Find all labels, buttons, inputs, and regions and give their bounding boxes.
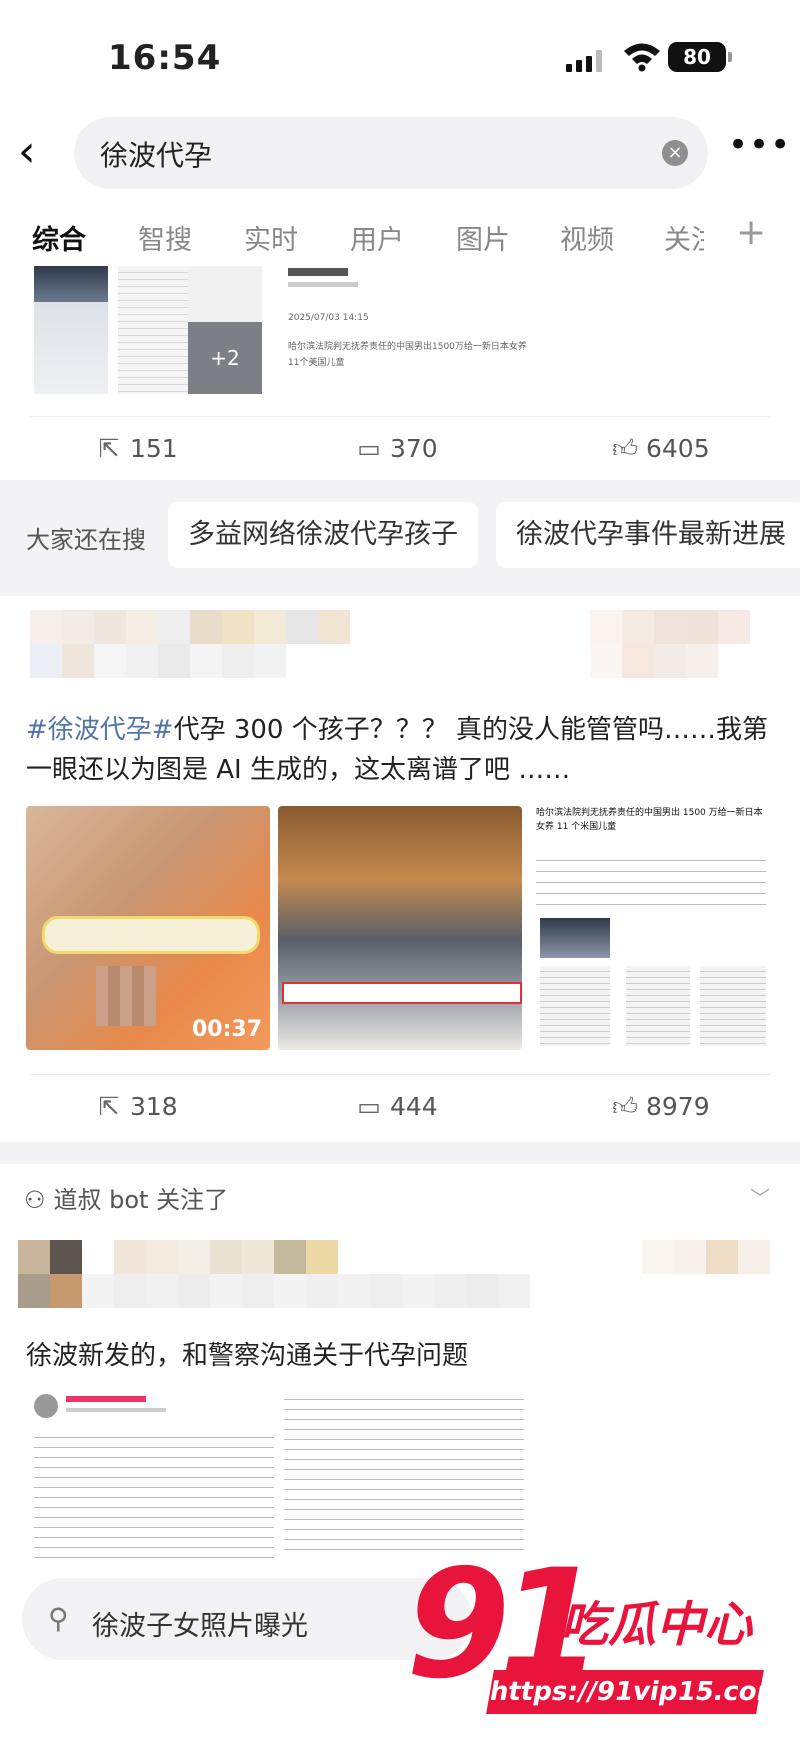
back-icon[interactable]: ‹	[18, 130, 58, 174]
blurred-face	[96, 966, 156, 1026]
post1-image[interactable]	[118, 266, 192, 394]
chevron-down-icon[interactable]: ﹀	[750, 1182, 770, 1211]
share-button[interactable]: ⇱ 151	[96, 434, 178, 463]
snippet-text: 哈尔滨法院判无抚养责任的中国男出1500万给一新日本女养11个美国儿童	[288, 342, 527, 368]
blurred-meta	[66, 1408, 166, 1412]
tab-users[interactable]: 用户	[350, 218, 404, 257]
post1-snippet-card[interactable]: 2025/07/03 14:15 哈尔滨法院判无抚养责任的中国男出1500万给一…	[288, 266, 538, 392]
section-gap	[0, 1142, 800, 1164]
post1-image[interactable]	[34, 266, 108, 394]
comment-icon: ▭	[357, 434, 381, 463]
more-images-badge[interactable]: +2	[188, 322, 262, 394]
share-icon: ⇱	[98, 1092, 120, 1121]
more-icon[interactable]: •••	[728, 128, 791, 162]
bottom-search-placeholder[interactable]: 徐波子女照片曝光	[92, 1604, 308, 1643]
red-banner	[282, 982, 522, 1004]
tab-images[interactable]: 图片	[456, 218, 510, 257]
document-title: 哈尔滨法院判无抚养责任的中国男出 1500 万给一新日本女养 11 个米国儿童	[536, 808, 763, 832]
like-icon: 👍︎	[612, 434, 639, 463]
snippet-sub-bar	[288, 282, 358, 287]
document-table	[700, 966, 766, 1046]
watermark-logo-brand: 吃瓜中心	[560, 1597, 753, 1653]
divider-line	[30, 416, 770, 417]
hashtag-link[interactable]: #徐波代孕#	[26, 715, 174, 745]
document-table	[540, 966, 610, 1046]
signal-icon	[566, 50, 608, 72]
document-table	[626, 966, 690, 1046]
post3-author-blurred[interactable]	[18, 1240, 778, 1320]
tab-following[interactable]: 关注	[664, 218, 704, 257]
watermark-url: https://91vip15.com	[486, 1670, 787, 1714]
tab-realtime[interactable]: 实时	[244, 218, 298, 257]
post3-text[interactable]: 徐波新发的，和警察沟通关于代孕问题	[26, 1336, 778, 1376]
battery-icon: 80	[668, 42, 732, 72]
wifi-icon	[622, 40, 662, 72]
search-query[interactable]: 徐波代孕	[100, 134, 212, 174]
share-count: 151	[130, 434, 178, 463]
video-caption-bubble	[42, 916, 260, 954]
share-count: 318	[130, 1092, 178, 1121]
post1-image[interactable]	[188, 266, 262, 328]
status-time: 16:54	[108, 38, 222, 78]
video-duration: 00:37	[191, 1017, 262, 1042]
post2-image-document[interactable]: 哈尔滨法院判无抚养责任的中国男出 1500 万给一新日本女养 11 个米国儿童	[530, 806, 774, 1050]
add-tab-icon[interactable]: +	[736, 212, 766, 253]
comment-count: 444	[390, 1092, 438, 1121]
clear-icon[interactable]: ×	[662, 140, 688, 166]
avatar	[34, 1394, 58, 1418]
post2-video[interactable]: 00:37	[26, 806, 270, 1050]
tab-comprehensive[interactable]: 综合	[32, 218, 86, 257]
blurred-name	[66, 1396, 146, 1402]
tab-smart-search[interactable]: 智搜	[138, 218, 192, 257]
also-search-chip[interactable]: 徐波代孕事件最新进展	[496, 502, 800, 568]
like-icon: 👍︎	[612, 1092, 639, 1121]
share-button[interactable]: ⇱ 318	[96, 1092, 178, 1121]
snippet-header-bar	[288, 268, 348, 276]
chat-text-lines	[284, 1390, 524, 1558]
post2-author-blurred[interactable]	[30, 610, 770, 710]
followed-by-text: 道叔 bot 关注了	[53, 1186, 229, 1214]
comment-button[interactable]: ▭ 444	[356, 1092, 438, 1121]
also-search-label: 大家还在搜	[26, 526, 146, 554]
like-count: 6405	[646, 434, 710, 463]
followed-by-line[interactable]: ⚇ 道叔 bot 关注了	[24, 1180, 228, 1215]
comment-count: 370	[390, 434, 438, 463]
like-count: 8979	[646, 1092, 710, 1121]
like-button[interactable]: 👍︎ 6405	[612, 434, 710, 464]
document-text-lines	[536, 850, 766, 910]
section-gap	[0, 586, 800, 596]
share-icon: ⇱	[98, 434, 120, 463]
tab-videos[interactable]: 视频	[560, 218, 614, 257]
post2-image-crowd[interactable]	[278, 806, 522, 1050]
search-icon: ⚲	[48, 1602, 69, 1635]
comment-button[interactable]: ▭ 370	[356, 434, 438, 463]
snippet-date: 2025/07/03 14:15	[288, 313, 369, 323]
also-search-chip[interactable]: 多益网络徐波代孕孩子	[168, 502, 478, 568]
chat-text-lines	[34, 1428, 274, 1558]
like-button[interactable]: 👍︎ 8979	[612, 1092, 710, 1122]
comment-icon: ▭	[357, 1092, 381, 1121]
divider-line	[30, 1074, 770, 1075]
document-photo	[540, 918, 610, 958]
person-icon: ⚇	[24, 1186, 46, 1214]
post2-text[interactable]: #徐波代孕#代孕 300 个孩子？？？ 真的没人能管管吗……我第一眼还以为图是 …	[26, 710, 778, 790]
post3-screenshot-left[interactable]	[26, 1384, 526, 1564]
